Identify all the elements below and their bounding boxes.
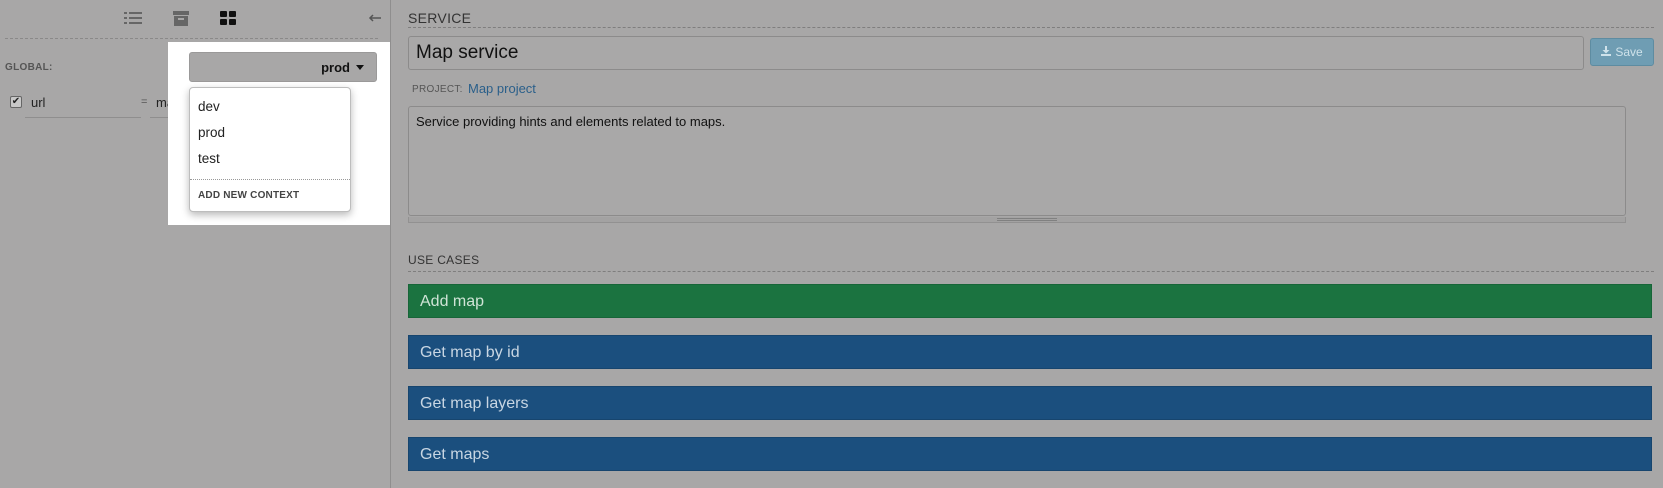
project-link[interactable]: Map project xyxy=(468,81,536,96)
resize-grip-icon xyxy=(997,218,1057,221)
service-description-textarea[interactable]: Service providing hints and elements rel… xyxy=(408,106,1626,216)
project-label: PROJECT: xyxy=(412,84,463,95)
global-label: GLOBAL: xyxy=(5,62,53,73)
service-name-input[interactable]: Map service xyxy=(408,36,1584,70)
save-label: Save xyxy=(1615,45,1643,59)
use-case-get-maps[interactable]: Get maps xyxy=(408,437,1652,471)
context-option-prod[interactable]: prod xyxy=(190,120,350,146)
context-select-button[interactable]: prod xyxy=(189,52,377,82)
download-icon xyxy=(1601,45,1612,59)
add-new-context-button[interactable]: ADD NEW CONTEXT xyxy=(190,188,350,203)
archive-icon[interactable] xyxy=(172,10,190,26)
service-section-title: SERVICE xyxy=(408,10,472,26)
use-case-get-map-by-id[interactable]: Get map by id xyxy=(408,335,1652,369)
use-cases-section-title: USE CASES xyxy=(408,253,480,267)
use-case-get-map-layers[interactable]: Get map layers xyxy=(408,386,1652,420)
right-panel: SERVICE Map service Save PROJECT: Map pr… xyxy=(392,0,1663,488)
variable-key-input[interactable]: url xyxy=(25,92,141,118)
use-case-add-map[interactable]: Add map xyxy=(408,284,1652,318)
arrow-left-icon[interactable] xyxy=(366,10,384,26)
context-dropdown-menu: dev prod test ADD NEW CONTEXT xyxy=(189,87,351,212)
equals-sign: = xyxy=(141,96,148,108)
grid-icon[interactable] xyxy=(219,10,237,26)
context-option-dev[interactable]: dev xyxy=(190,94,350,120)
context-option-test[interactable]: test xyxy=(190,146,350,172)
list-icon[interactable] xyxy=(124,10,142,26)
save-button[interactable]: Save xyxy=(1590,38,1654,66)
context-selected-label: prod xyxy=(321,59,350,75)
section-divider xyxy=(408,271,1654,272)
variable-enabled-checkbox[interactable]: ✔ xyxy=(10,96,22,108)
divider xyxy=(5,38,378,39)
menu-separator xyxy=(190,179,350,180)
section-divider xyxy=(408,27,1654,28)
textarea-resize-handle[interactable] xyxy=(408,217,1626,223)
caret-down-icon xyxy=(356,64,364,70)
